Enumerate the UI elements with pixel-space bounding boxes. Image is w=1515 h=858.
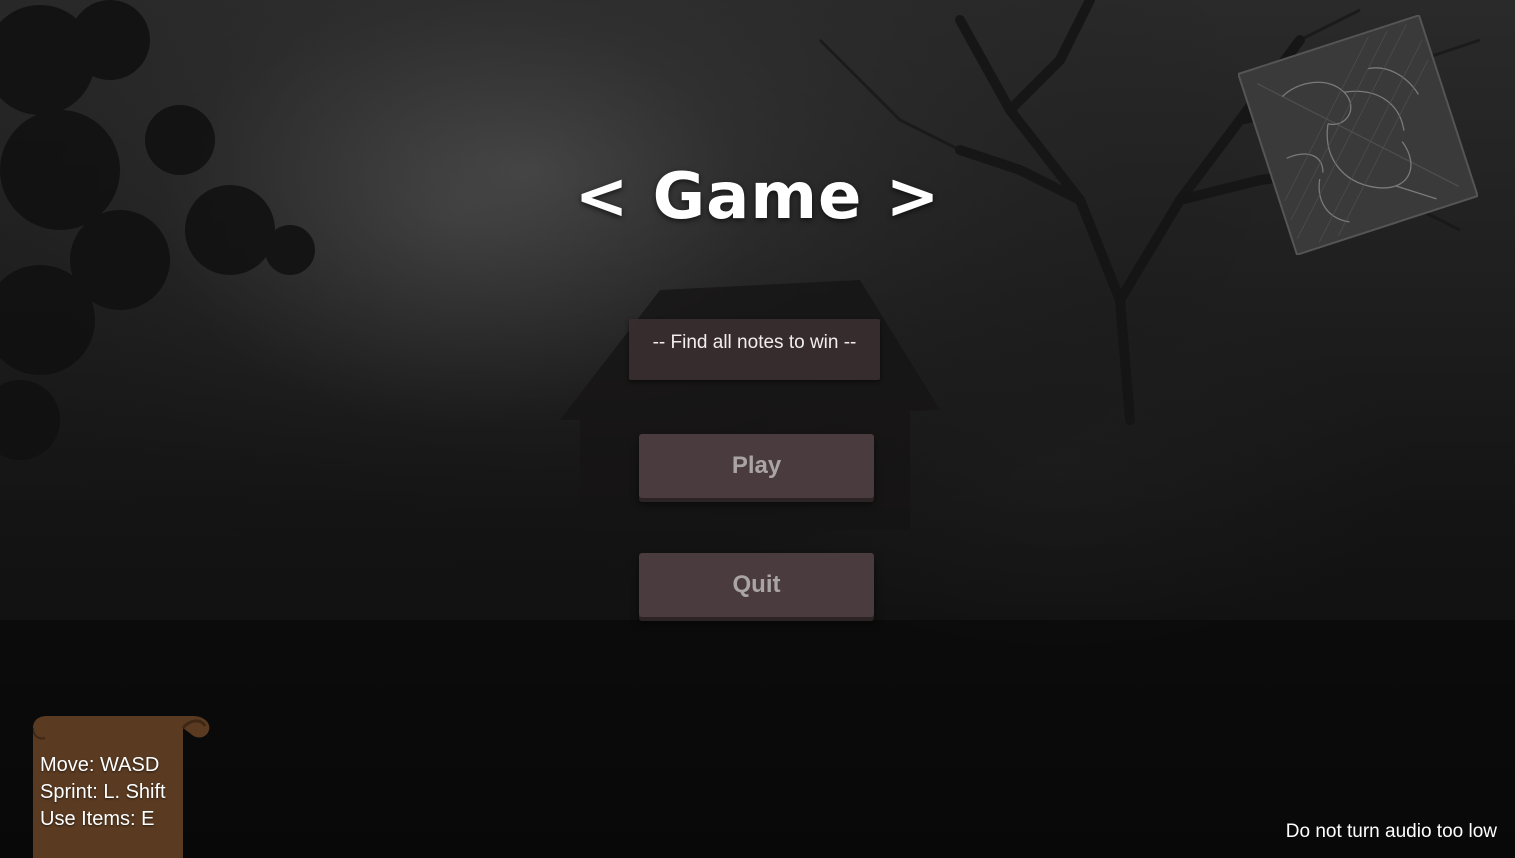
controls-list: Move: WASD Sprint: L. Shift Use Items: E — [40, 752, 166, 833]
main-menu-screen: < Game > -- Find all notes to win -- Pla… — [0, 0, 1515, 858]
control-use-items: Use Items: E — [40, 808, 155, 830]
control-sprint: Sprint: L. Shift — [40, 781, 166, 803]
objective-text: -- Find all notes to win -- — [652, 332, 857, 353]
quit-button[interactable]: Quit — [639, 553, 874, 617]
play-button[interactable]: Play — [639, 434, 874, 498]
game-title: < Game > — [574, 160, 941, 234]
audio-hint: Do not turn audio too low — [1285, 821, 1497, 842]
objective-banner: -- Find all notes to win -- — [629, 319, 880, 380]
control-move: Move: WASD — [40, 754, 160, 776]
